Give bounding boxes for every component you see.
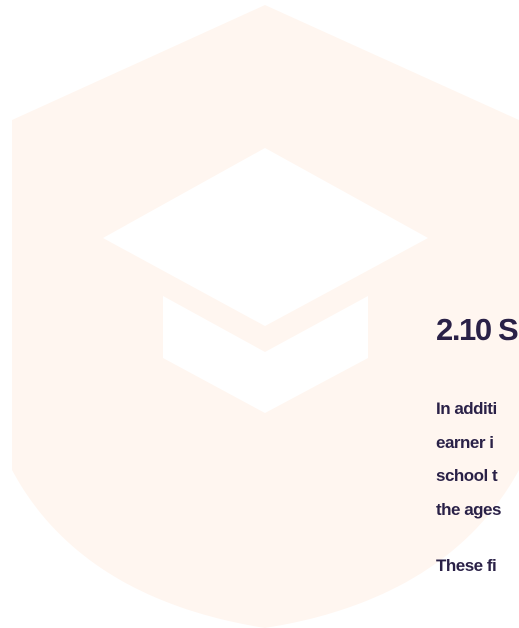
paragraph-line: school t	[436, 466, 498, 485]
section-paragraph: In additi earner i school t the ages	[436, 392, 519, 526]
section-paragraph-2: These fi	[436, 556, 497, 575]
paragraph-line: earner i	[436, 432, 494, 452]
paragraph-line: the ages	[436, 499, 501, 519]
paragraph-line: In additi	[436, 399, 497, 418]
section-title: 2.10 S	[436, 312, 519, 347]
page: 2.10 S In additi earner i school t the a…	[0, 0, 519, 628]
section-content: 2.10 S In additi earner i school t the a…	[436, 310, 519, 583]
